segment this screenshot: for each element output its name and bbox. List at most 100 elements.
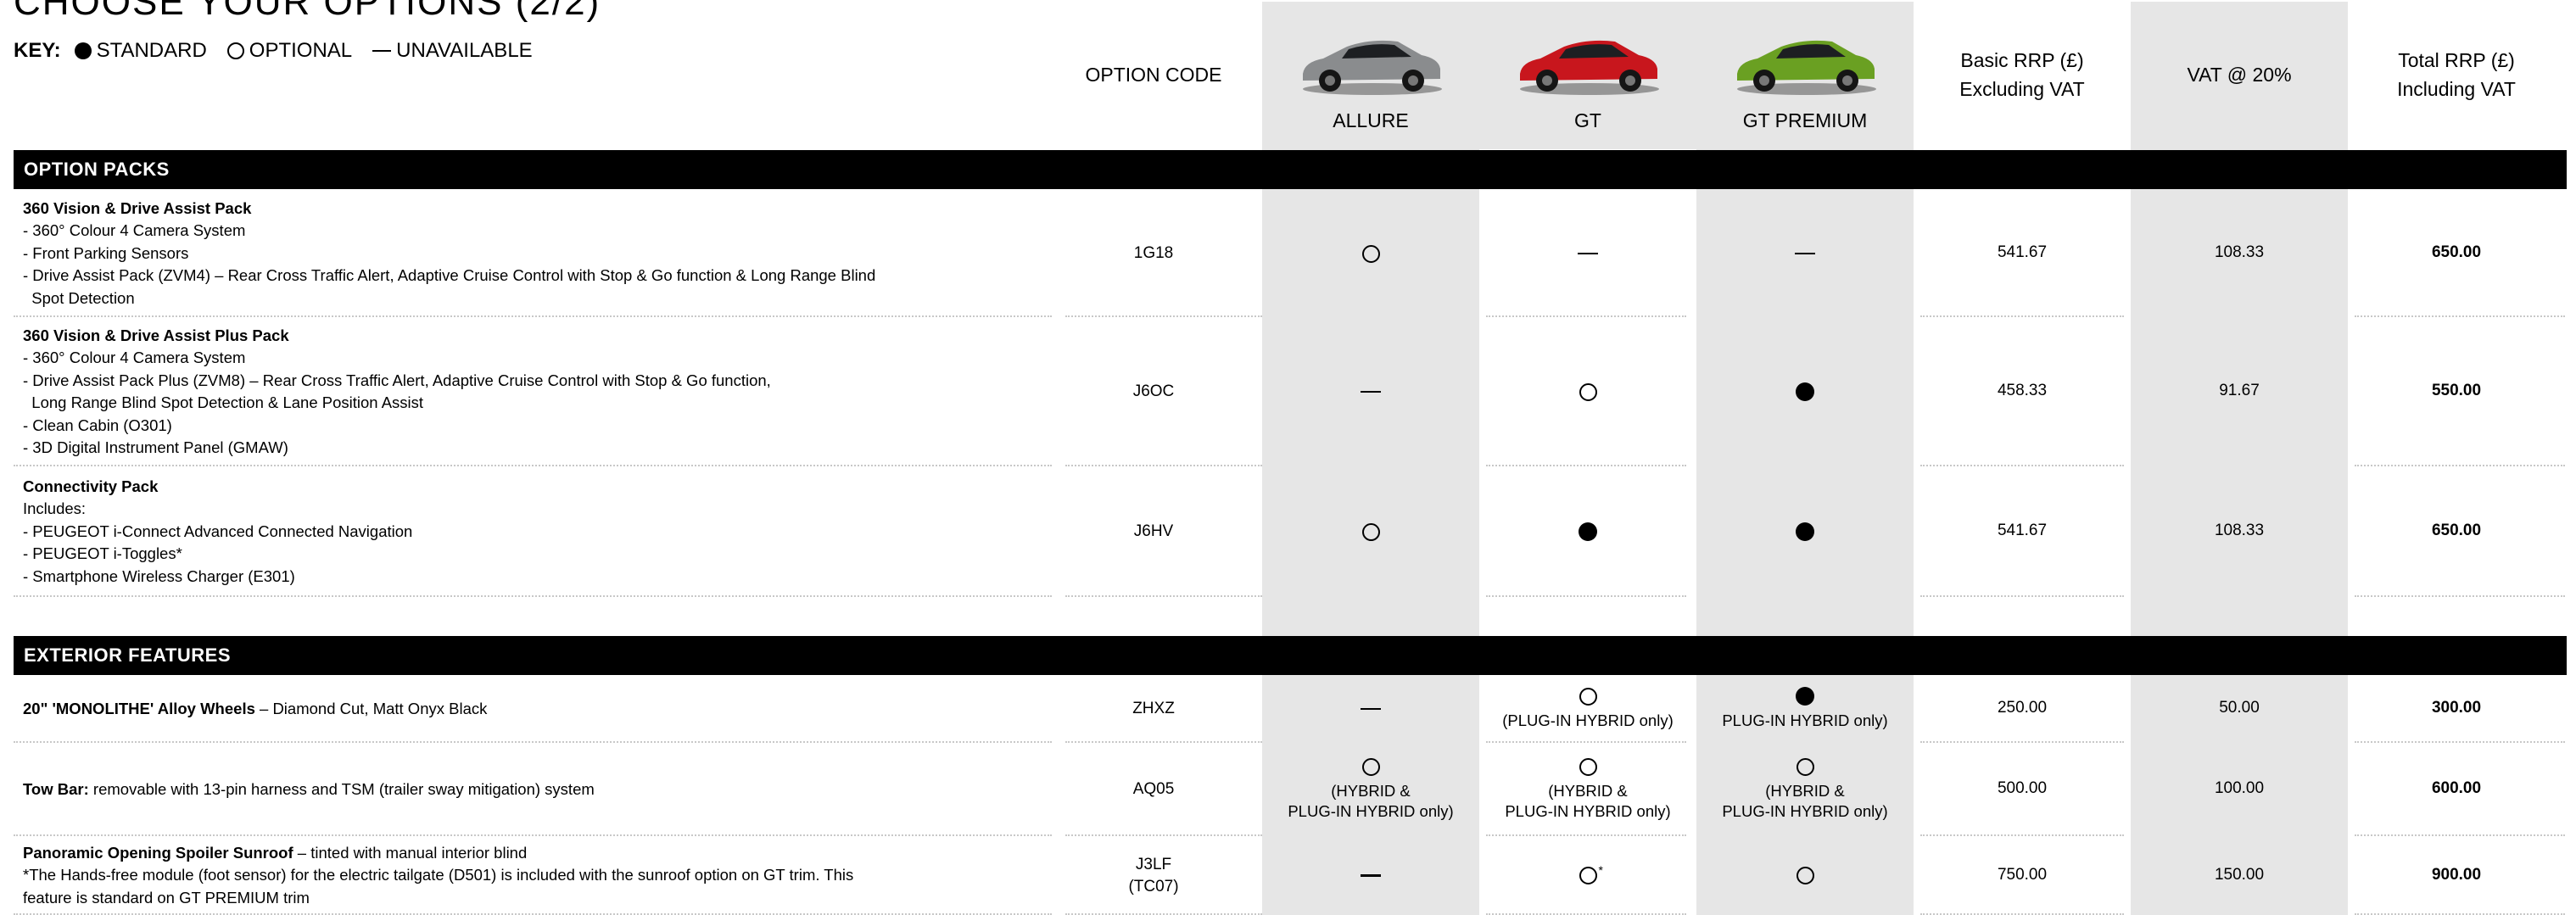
unavailable-dash-icon [1361,707,1381,711]
key-legend: KEY: STANDARD OPTIONAL UNAVAILABLE [14,39,545,63]
option-code-header-label: OPTION CODE [1085,64,1222,86]
vat-header: VAT @ 20% [2131,0,2348,149]
option-detail-line: - Drive Assist Pack Plus (ZVM8) – Rear C… [23,371,771,389]
option-code-line: (TC07) [1128,877,1179,895]
unavailable-dash-icon [1361,390,1381,393]
option-detail-line: - PEUGEOT i-Toggles* [23,544,182,563]
option-code-header: OPTION CODE [1052,0,1255,149]
key-standard: STANDARD [74,39,207,63]
trim-cell-allure [1262,836,1479,915]
trim-cell-allure [1262,675,1479,743]
trim-cell-gt [1479,317,1696,466]
row-separator [1486,595,1686,597]
basic-price: 750.00 [1997,865,2048,884]
option-title-line: Tow Bar: removable with 13-pin harness a… [23,778,595,801]
option-description: 20" 'MONOLITHE' Alloy Wheels – Diamond C… [23,698,487,721]
dash-icon [372,49,392,53]
option-detail-line: - 3D Digital Instrument Panel (GMAW) [23,438,288,456]
basic-price: 250.00 [1997,699,2048,717]
trim-header-gt: GT [1479,0,1696,149]
availability-note-line: PLUG-IN HYBRID only) [1288,801,1454,820]
option-detail-line: feature is standard on GT PREMIUM trim [23,888,310,907]
basic-rrp-header-line2: Excluding VAT [1959,78,2085,100]
section-band-exterior-features: EXTERIOR FEATURES [14,636,2567,675]
table-row: Connectivity Pack Includes: - PEUGEOT i-Co… [0,466,2576,597]
row-separator [14,595,1052,597]
option-name: Panoramic Opening Spoiler Sunroof [23,843,293,862]
option-name-suffix: – Diamond Cut, Matt Onyx Black [254,699,488,717]
option-detail-line: - Front Parking Sensors [23,243,189,262]
total-rrp-header-line1: Total RRP (£) [2398,49,2515,71]
table-row: Panoramic Opening Spoiler Sunroof – tint… [0,836,2576,915]
standard-dot-icon [1796,687,1814,706]
basic-price: 541.67 [1997,243,2048,261]
option-code-line: AQ05 [1132,780,1175,798]
optional-circle-icon [1361,244,1380,263]
key-optional-label: OPTIONAL [249,39,353,62]
trim-cell-gt-premium [1696,466,1914,597]
row-separator [2355,595,2565,597]
optional-circle-icon [1579,687,1597,706]
vat-amount: 108.33 [2214,522,2265,539]
row-separator [1065,595,1262,597]
trim-cell-gt: (PLUG-IN HYBRID only) [1479,675,1696,743]
section-band-option-packs: OPTION PACKS [14,150,2567,189]
key-optional: OPTIONAL [226,39,353,63]
availability-note: (HYBRID & PLUG-IN HYBRID only) [1722,781,1887,822]
option-code: J6OC [1052,381,1255,403]
option-name-suffix: – tinted with manual interior blind [293,843,528,862]
option-title-line: 360 Vision & Drive Assist Pack [23,198,875,220]
availability-note-line: (PLUG-IN HYBRID only) [1502,711,1674,729]
availability-note: (PLUG-IN HYBRID only) [1502,711,1673,731]
basic-rrp-header: Basic RRP (£) Excluding VAT [1914,0,2131,149]
key-standard-label: STANDARD [96,39,207,62]
optional-circle-icon [1579,382,1597,401]
basic-price: 458.33 [1997,382,2048,399]
vat-header-label: VAT @ 20% [2187,64,2292,86]
option-title-line: 360 Vision & Drive Assist Plus Pack [23,325,771,348]
availability-note: (HYBRID & PLUG-IN HYBRID only) [1505,781,1670,822]
standard-dot-icon [1579,522,1597,541]
option-detail-line: Long Range Blind Spot Detection & Lane P… [23,393,424,411]
availability-note: (HYBRID & PLUG-IN HYBRID only) [1288,781,1453,822]
option-code-line: J6OC [1132,382,1175,400]
table-row: 20" 'MONOLITHE' Alloy Wheels – Diamond C… [0,675,2576,743]
option-detail-line: Spot Detection [23,288,135,307]
option-detail-line: - 360° Colour 4 Camera System [23,349,246,366]
key-label: KEY: [14,39,61,62]
optional-circle-icon [1796,867,1814,884]
total-price: 600.00 [2431,779,2482,797]
option-code-line: 1G18 [1133,244,1174,262]
trim-name-allure: ALLURE [1333,109,1409,131]
option-code-line: J6HV [1133,522,1174,540]
availability-note-line: PLUG-IN HYBRID only) [1505,801,1671,820]
table-row: Tow Bar: removable with 13-pin harness a… [0,743,2576,836]
filled-circle-icon [74,42,92,59]
trim-cell-gt-premium [1696,317,1914,466]
option-detail-line: - Smartphone Wireless Charger (E301) [23,566,295,585]
option-code-line: J3LF [1135,855,1172,873]
total-price: 550.00 [2431,382,2482,399]
red-car-icon [1520,40,1659,95]
trim-cell-gt [1479,190,1696,317]
option-code: 1G18 [1052,243,1255,265]
option-detail-line: - Clean Cabin (O301) [23,416,172,434]
option-name-suffix: removable with 13-pin harness and TSM (t… [88,779,595,798]
total-rrp-header: Total RRP (£) Including VAT [2348,0,2565,149]
option-code: J3LF (TC07) [1052,854,1255,898]
option-name: Connectivity Pack [23,477,159,495]
total-rrp-header-line2: Including VAT [2397,78,2516,100]
unavailable-dash-icon [1795,252,1815,255]
basic-rrp-header-line1: Basic RRP (£) [1960,49,2084,71]
page-title: CHOOSE YOUR OPTIONS (2/2) [14,0,601,23]
option-name: 360 Vision & Drive Assist Plus Pack [23,326,289,344]
option-code: J6HV [1052,521,1255,543]
trim-cell-gt: * [1479,836,1696,915]
total-price: 900.00 [2431,865,2482,884]
total-price: 300.00 [2431,699,2482,717]
option-description: Tow Bar: removable with 13-pin harness a… [23,778,595,801]
trim-cell-gt-premium [1696,190,1914,317]
availability-note-line: (HYBRID & [1548,781,1628,800]
option-code-line: ZHXZ [1132,700,1175,717]
optional-circle-icon [1796,757,1814,776]
